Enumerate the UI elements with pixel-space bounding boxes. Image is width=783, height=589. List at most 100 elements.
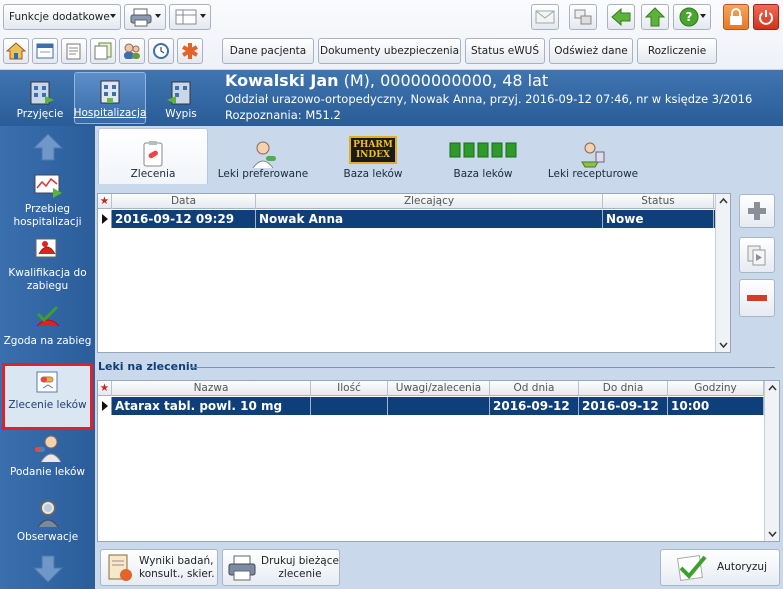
sidebar-item-drug-order[interactable]: Zlecenie leków (0, 368, 95, 412)
results-consultations-label: Wyniki badań, konsult., skier. (139, 554, 215, 580)
drugs-section-title: Leki na zleceniu (98, 360, 198, 373)
help-icon: ? (679, 7, 699, 27)
copy-arrow-icon (747, 245, 766, 266)
back-button[interactable] (607, 4, 635, 30)
authorize-label: Autoryzuj (717, 561, 767, 573)
window-button[interactable] (569, 4, 597, 30)
home-button[interactable] (3, 38, 29, 64)
patient-data-button[interactable]: Dane pacjenta (222, 38, 314, 64)
extra-functions-dropdown[interactable]: Funkcje dodatkowe (3, 4, 121, 30)
notes-button[interactable] (61, 38, 87, 64)
orders-table-header: ★ Data Zlecający Status (98, 194, 715, 209)
svg-text:?: ? (686, 10, 693, 24)
patients-button[interactable] (119, 38, 145, 64)
building-exit-icon (167, 81, 191, 105)
refresh-data-button[interactable]: Odśwież dane (549, 38, 633, 64)
hospital-building-icon (100, 80, 120, 104)
results-consultations-button[interactable]: Wyniki badań, konsult., skier. (100, 549, 218, 586)
column-header-ordered-by[interactable]: Zlecający (256, 194, 603, 209)
sidebar-scroll-up[interactable] (0, 132, 95, 165)
tab-compounded-drugs[interactable]: Leki recepturowe (548, 128, 638, 184)
column-header-hours[interactable]: Godziny (668, 381, 764, 396)
lock-button[interactable] (723, 4, 749, 30)
sidebar-item-surgery-consent[interactable]: Zgoda na zabieg (0, 304, 95, 348)
drugs-scrollbar[interactable] (764, 381, 779, 541)
cell-to-date: 2016-09-12 (579, 397, 668, 415)
table-row[interactable]: 2016-09-12 09:29 Nowak Anna Nowe (98, 210, 715, 228)
lock-icon (730, 8, 742, 25)
envelope-icon (535, 10, 555, 24)
drugs-table-header: ★ Nazwa Ilość Uwagi/zalecenia Od dnia Do… (98, 381, 764, 396)
sidebar-item-label: Kwalifikacja do zabiegu (8, 267, 87, 292)
column-header-date[interactable]: Data (112, 194, 256, 209)
cell-from-date: 2016-09-12 (490, 397, 579, 415)
add-order-button[interactable] (739, 194, 775, 228)
copy-order-button[interactable] (739, 237, 775, 273)
clock-icon (153, 43, 169, 59)
pharmindex-logo-bottom: INDEX (355, 150, 391, 160)
cell-ordered-by: Nowak Anna (256, 210, 603, 228)
tab-drug-database-label: Baza leków (343, 168, 403, 180)
tab-drug-database-pharmindex[interactable]: PHARM INDEX Baza leków (333, 128, 413, 184)
column-header-notes[interactable]: Uwagi/zalecenia (388, 381, 490, 396)
printer-icon (130, 8, 152, 27)
column-header-quantity[interactable]: Ilość (311, 381, 388, 396)
column-header-status[interactable]: Status (603, 194, 714, 209)
delete-order-button[interactable] (739, 279, 775, 317)
nav-admission[interactable]: Przyjęcie (4, 72, 76, 124)
sidebar-item-label: Przebieg hospitalizacji (13, 203, 82, 228)
cell-status: Nowe (603, 210, 714, 228)
notes-icon (66, 43, 81, 60)
windows-icon (574, 9, 592, 25)
row-selector-icon (98, 397, 112, 415)
column-header-to-date[interactable]: Do dnia (579, 381, 668, 396)
sidebar-item-surgery-qualification[interactable]: Kwalifikacja do zabiegu (0, 236, 95, 293)
column-header-name[interactable]: Nazwa (112, 381, 311, 396)
print-current-order-button[interactable]: Drukuj bieżące zlecenie (222, 549, 340, 586)
cell-date: 2016-09-12 09:29 (112, 210, 256, 228)
arrow-down-icon (32, 555, 63, 583)
authorize-button[interactable]: Autoryzuj (660, 549, 780, 586)
layout-dropdown[interactable] (169, 4, 211, 30)
up-button[interactable] (641, 4, 669, 30)
table-row[interactable]: Atarax tabl. powl. 10 mg 2016-09-12 2016… (98, 397, 764, 415)
help-dropdown[interactable]: ? (673, 4, 711, 30)
nurse-icon (34, 435, 61, 463)
sidebar-item-hospitalization-course[interactable]: Przebieg hospitalizacji (0, 172, 95, 229)
extra-functions-label: Funkcje dodatkowe (9, 11, 110, 23)
nav-discharge[interactable]: Wypis (145, 72, 217, 124)
sidebar-item-observations[interactable]: Obserwacje (0, 498, 95, 544)
nav-hospitalization-label: Hospitalizacja (73, 107, 147, 119)
patient-details: (M), 00000000000, 48 lat (338, 71, 549, 90)
tab-orders[interactable]: Zlecenia (98, 128, 208, 184)
row-marker-header-icon: ★ (98, 381, 112, 396)
sidebar-item-drug-administration[interactable]: Podanie leków (0, 433, 95, 479)
mail-button[interactable] (531, 4, 559, 30)
orders-scrollbar[interactable] (715, 194, 730, 352)
pharmindex-logo: PHARM INDEX (349, 136, 397, 164)
cell-hours: 10:00 (668, 397, 764, 415)
tab-drug-database-bazyl[interactable]: Baza leków (443, 128, 523, 184)
nav-hospitalization[interactable]: Hospitalizacja (74, 72, 146, 124)
section-divider (190, 367, 775, 368)
billing-button[interactable]: Rozliczenie (637, 38, 717, 64)
print-dropdown[interactable] (124, 4, 166, 30)
power-button[interactable] (753, 4, 779, 30)
column-header-from-date[interactable]: Od dnia (490, 381, 579, 396)
tab-compounded-drugs-label: Leki recepturowe (547, 168, 639, 180)
history-button[interactable] (148, 38, 174, 64)
sidebar-scroll-down[interactable] (0, 554, 95, 587)
scroll-down-icon (768, 531, 777, 538)
calendar-button[interactable] (32, 38, 58, 64)
tab-preferred-drugs-label: Leki preferowane (217, 168, 309, 180)
documents-button[interactable] (90, 38, 116, 64)
emergency-button[interactable] (177, 38, 203, 64)
ewus-status-button[interactable]: Status eWUŚ (465, 38, 545, 64)
tab-preferred-drugs[interactable]: Leki preferowane (213, 128, 313, 184)
patient-name: Kowalski Jan (225, 71, 339, 90)
printer-icon (228, 555, 256, 580)
nav-discharge-label: Wypis (165, 108, 197, 120)
minus-icon (747, 295, 767, 301)
nav-admission-label: Przyjęcie (16, 108, 64, 120)
insurance-documents-button[interactable]: Dokumenty ubezpieczenia (318, 38, 461, 64)
